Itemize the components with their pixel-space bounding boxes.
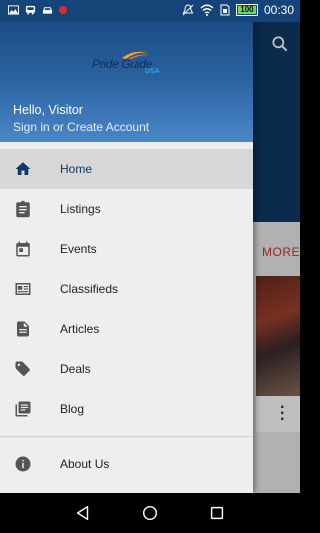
record-notification-icon xyxy=(59,6,67,14)
menu-item-listings[interactable]: Listings xyxy=(0,189,253,229)
sign-in-link[interactable]: Sign in or Create Account xyxy=(13,120,149,134)
tags-icon xyxy=(15,361,30,376)
bus-icon xyxy=(25,5,36,15)
image-notification-icon xyxy=(8,5,19,15)
clock: 00:30 xyxy=(263,3,294,17)
menu-item-about[interactable]: About Us xyxy=(0,444,253,484)
menu-item-label: Events xyxy=(60,242,97,256)
info-icon xyxy=(15,456,31,472)
logo-text: Pride Guide xyxy=(92,57,153,71)
system-navigation-bar xyxy=(0,493,300,533)
menu-divider xyxy=(0,436,253,437)
news-card-icon xyxy=(15,283,31,295)
menu-item-label: Deals xyxy=(60,362,91,376)
car-icon xyxy=(42,7,53,14)
menu-item-label: About Us xyxy=(60,457,110,471)
status-bar: 100 00:30 xyxy=(0,0,300,22)
library-books-icon xyxy=(15,401,31,417)
menu-item-events[interactable]: Events xyxy=(0,229,253,269)
pride-guide-logo: Pride Guide USA xyxy=(92,51,172,80)
menu-item-label: Listings xyxy=(60,202,101,216)
home-circle-icon[interactable] xyxy=(141,504,159,522)
menu-item-label: Articles xyxy=(60,322,100,336)
menu-item-classifieds[interactable]: Classifieds xyxy=(0,269,253,309)
calendar-icon xyxy=(16,241,30,257)
recents-icon[interactable] xyxy=(208,504,226,522)
user-greeting: Hello, Visitor xyxy=(13,103,83,117)
menu-item-articles[interactable]: Articles xyxy=(0,309,253,349)
menu-item-deals[interactable]: Deals xyxy=(0,349,253,389)
navigation-drawer: Pride Guide USA Hello, Visitor Sign in o… xyxy=(0,0,253,493)
mute-icon xyxy=(182,4,194,16)
clipboard-icon xyxy=(16,200,30,218)
menu-item-blog[interactable]: Blog xyxy=(0,389,253,429)
drawer-menu: Home Listings Events Classifieds Article… xyxy=(0,149,253,429)
document-icon xyxy=(17,321,29,337)
menu-item-home[interactable]: Home xyxy=(0,149,253,189)
menu-item-label: Home xyxy=(60,162,93,176)
menu-item-label: Blog xyxy=(60,402,85,416)
battery-level: 100 xyxy=(240,5,254,14)
sim-card-icon xyxy=(220,4,230,16)
home-icon xyxy=(15,162,31,175)
logo-subtext: USA xyxy=(145,68,160,75)
menu-item-label: Classifieds xyxy=(60,282,119,296)
wifi-icon xyxy=(200,4,214,16)
battery-icon: 100 xyxy=(235,4,258,16)
back-icon[interactable] xyxy=(74,504,92,522)
